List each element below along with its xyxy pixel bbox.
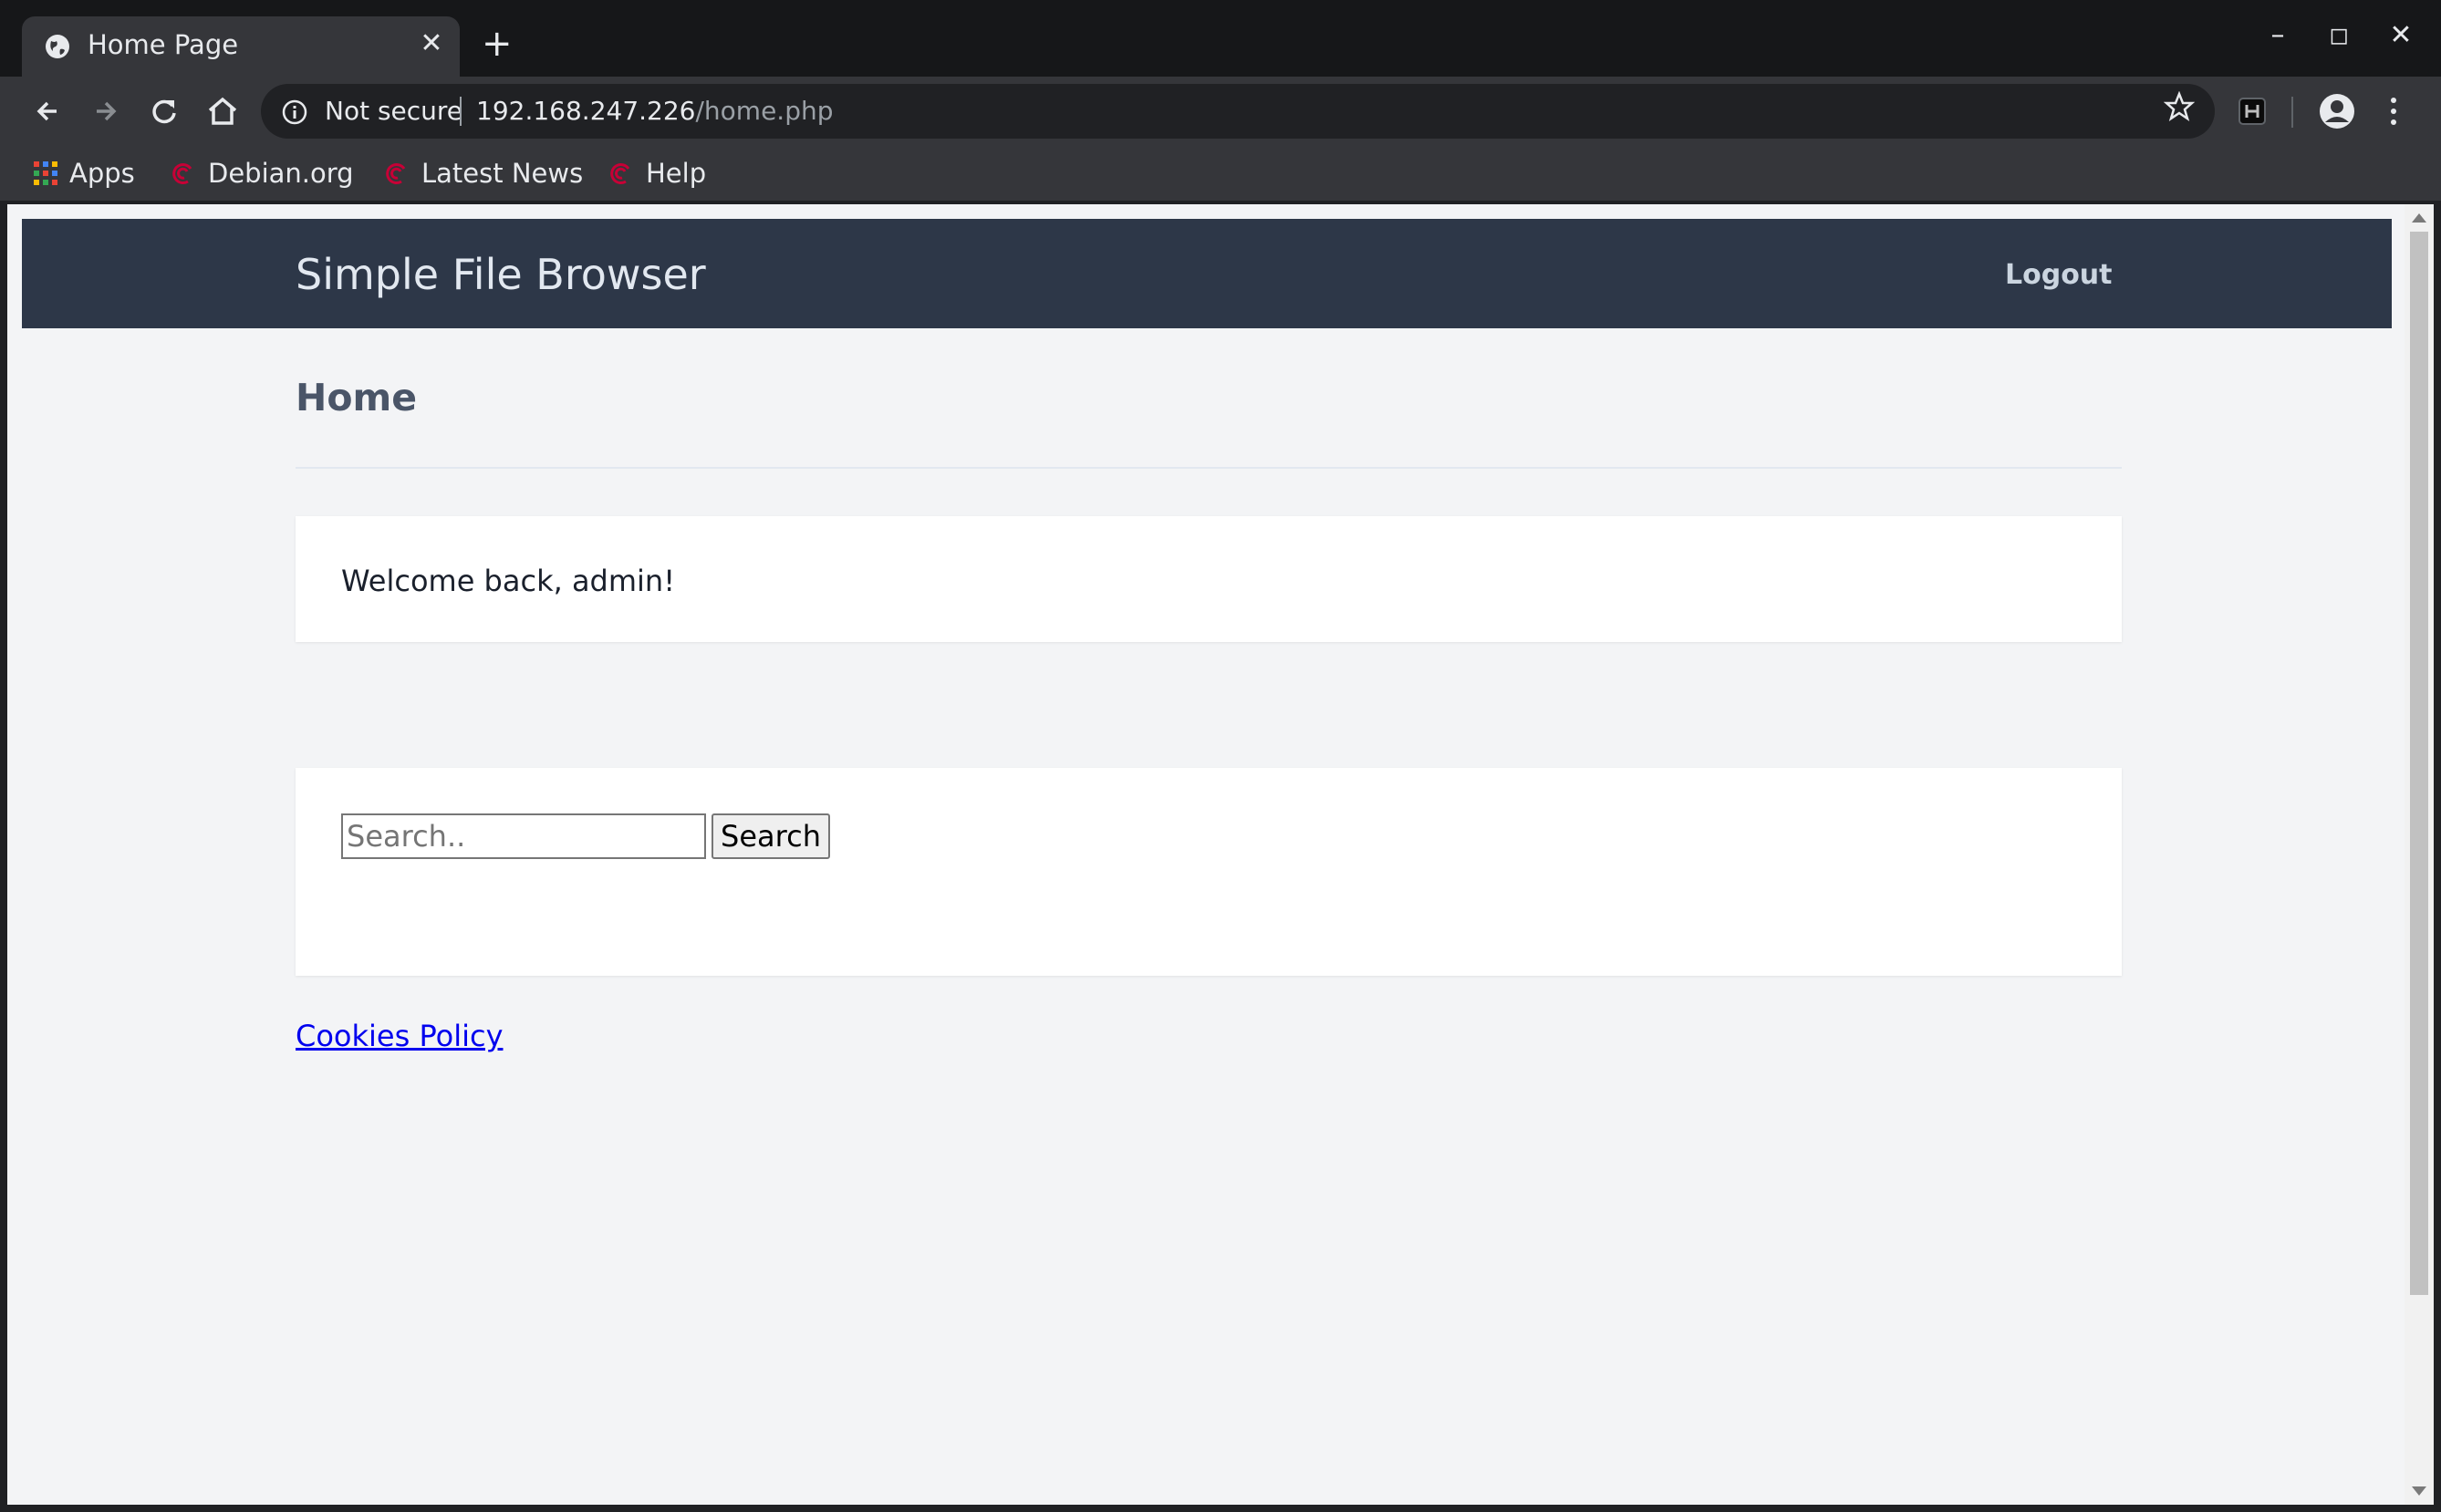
reload-icon[interactable] xyxy=(146,93,182,129)
menu-icon[interactable] xyxy=(2384,93,2403,129)
maximize-icon[interactable]: ◻ xyxy=(2321,20,2357,51)
welcome-message: Welcome back, admin! xyxy=(341,564,676,598)
page-viewport: Simple File Browser Logout Home Welcome … xyxy=(7,204,2405,1505)
debian-swirl-icon xyxy=(610,163,630,185)
url-host: 192.168.247.226 xyxy=(476,96,696,126)
search-card: Search xyxy=(296,768,2122,976)
vertical-scrollbar[interactable] xyxy=(2405,204,2434,1505)
heading-divider xyxy=(296,467,2122,469)
globe-icon xyxy=(46,35,69,58)
logout-link[interactable]: Logout xyxy=(2005,259,2113,291)
new-tab-icon[interactable]: + xyxy=(482,26,513,62)
security-status[interactable]: Not secure xyxy=(325,96,462,126)
extension-icon[interactable] xyxy=(2238,97,2267,126)
cookies-policy-link[interactable]: Cookies Policy xyxy=(296,1019,504,1053)
scroll-thumb[interactable] xyxy=(2410,232,2428,1295)
bookmark-label: Help xyxy=(646,158,707,189)
url-text[interactable]: 192.168.247.226/home.php xyxy=(476,96,834,126)
bookmark-apps[interactable]: Apps xyxy=(33,153,135,193)
close-window-icon[interactable]: ✕ xyxy=(2383,20,2419,51)
scroll-up-arrow-icon[interactable] xyxy=(2412,213,2426,223)
forward-icon[interactable] xyxy=(88,93,124,129)
url-path: /home.php xyxy=(695,96,834,126)
debian-swirl-icon xyxy=(172,163,192,185)
back-icon[interactable] xyxy=(29,93,66,129)
tab-title: Home Page xyxy=(88,29,239,60)
address-bar[interactable]: Not secure 192.168.247.226/home.php xyxy=(261,84,2215,139)
bookmark-label: Apps xyxy=(69,158,135,189)
site-header: Simple File Browser Logout xyxy=(22,219,2392,328)
tab-home-page[interactable]: Home Page ✕ xyxy=(22,16,460,77)
site-title[interactable]: Simple File Browser xyxy=(296,250,706,299)
bookmark-label: Debian.org xyxy=(208,158,354,189)
bookmarks-bar: Apps Debian.org Latest News Help xyxy=(0,146,2441,201)
search-input[interactable] xyxy=(341,813,706,859)
debian-swirl-icon xyxy=(386,163,406,185)
info-icon[interactable] xyxy=(281,98,308,126)
bookmark-label: Latest News xyxy=(421,158,584,189)
tab-strip: Home Page ✕ + – ◻ ✕ xyxy=(0,0,2441,77)
page-title: Home xyxy=(296,376,418,419)
minimize-icon[interactable]: – xyxy=(2259,20,2296,51)
bookmark-star-icon[interactable] xyxy=(2164,91,2195,122)
welcome-card: Welcome back, admin! xyxy=(296,516,2122,642)
scroll-down-arrow-icon[interactable] xyxy=(2412,1486,2426,1496)
address-separator xyxy=(460,97,462,126)
bookmark-latest-news[interactable]: Latest News xyxy=(383,153,583,193)
home-icon[interactable] xyxy=(204,93,241,129)
browser-toolbar: Not secure 192.168.247.226/home.php xyxy=(0,77,2441,146)
toolbar-divider xyxy=(2291,97,2293,128)
profile-icon[interactable] xyxy=(2317,91,2357,131)
bookmark-help[interactable]: Help xyxy=(608,153,706,193)
apps-grid-icon xyxy=(34,161,57,185)
window-bottom-edge xyxy=(0,1505,2441,1512)
tab-close-icon[interactable]: ✕ xyxy=(416,27,447,59)
search-button[interactable]: Search xyxy=(712,813,830,859)
bookmark-debian-org[interactable]: Debian.org xyxy=(170,153,354,193)
